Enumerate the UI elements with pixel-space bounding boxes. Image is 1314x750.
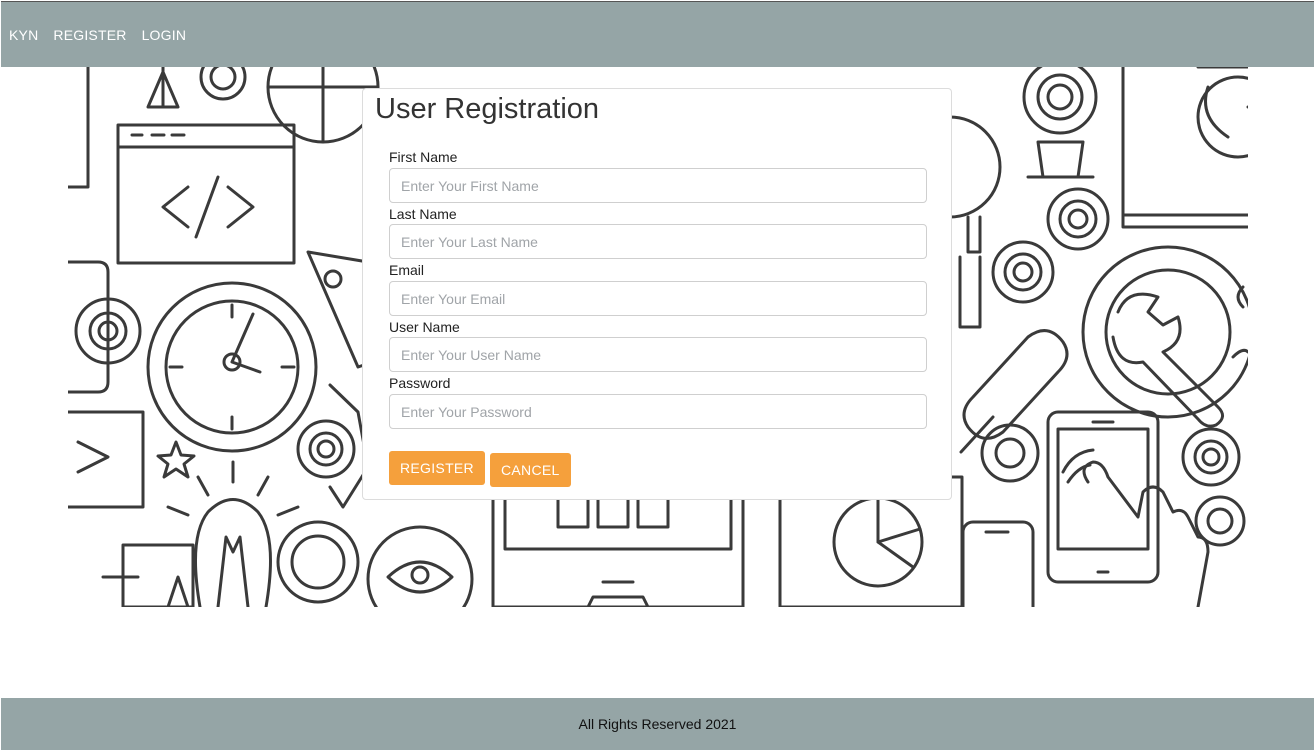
form-title: User Registration [375, 93, 600, 125]
user-name-input[interactable] [389, 337, 927, 372]
register-button[interactable]: REGISTER [389, 451, 485, 485]
registration-card: User Registration First Name Last Name E… [362, 88, 952, 500]
nav-login-link[interactable]: LOGIN [142, 27, 187, 43]
password-label: Password [389, 375, 451, 391]
email-input[interactable] [389, 281, 927, 316]
password-input[interactable] [389, 394, 927, 429]
cancel-button[interactable]: CANCEL [490, 453, 571, 487]
top-navbar: KYN REGISTER LOGIN [1, 1, 1314, 67]
user-name-label: User Name [389, 319, 460, 335]
page-footer: All Rights Reserved 2021 [1, 698, 1314, 750]
brand-link[interactable]: KYN [9, 27, 38, 43]
email-label: Email [389, 262, 425, 278]
first-name-label: First Name [389, 149, 458, 165]
footer-copyright: All Rights Reserved 2021 [578, 716, 737, 732]
last-name-input[interactable] [389, 224, 927, 259]
nav-register-link[interactable]: REGISTER [53, 27, 126, 43]
last-name-label: Last Name [389, 206, 457, 222]
first-name-input[interactable] [389, 168, 927, 203]
